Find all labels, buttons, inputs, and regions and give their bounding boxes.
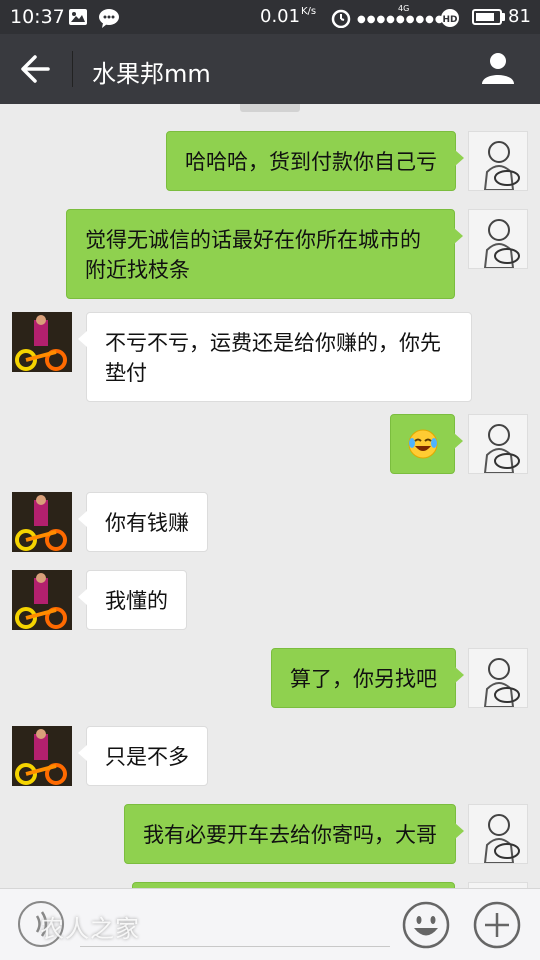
alarm-icon [331, 9, 351, 28]
network-speed-unit: K/s [301, 6, 317, 17]
message-bubble[interactable]: 哈哈哈，货到付款你自己亏 [166, 131, 464, 191]
person-icon [482, 53, 514, 84]
emoji-button[interactable] [402, 901, 450, 949]
message-text: 只是不多 [105, 745, 189, 769]
my-avatar[interactable] [468, 804, 528, 864]
contact-avatar[interactable] [12, 312, 72, 372]
message-bubble[interactable]: 我有必要开车去给你寄吗，大哥 [124, 804, 464, 864]
wechat-icon [99, 9, 119, 28]
message-bubble[interactable] [390, 414, 463, 474]
contact-avatar[interactable] [12, 726, 72, 786]
my-avatar[interactable] [468, 648, 528, 708]
status-time: 10:37 [10, 6, 65, 28]
contact-avatar[interactable] [12, 492, 72, 552]
message-text: 不亏不亏，运费还是给你赚的，你先垫付 [105, 331, 441, 385]
battery-icon [472, 9, 502, 25]
hd-icon: HD [441, 9, 459, 27]
message-bubble[interactable]: 不亏不亏，运费还是给你赚的，你先垫付 [78, 312, 472, 402]
message-text: 你有钱赚 [105, 511, 189, 535]
tears-of-joy-emoji-icon [408, 429, 438, 459]
my-avatar[interactable] [468, 131, 528, 191]
message-bubble[interactable]: 你有钱赚 [78, 492, 208, 552]
message-text: 我懂的 [105, 589, 168, 613]
svg-text:HD: HD [442, 15, 457, 25]
network-type: 4G [398, 4, 410, 13]
back-arrow-icon [21, 55, 50, 83]
watermark-text: 农人之家 [40, 915, 140, 943]
message-bubble[interactable]: 只是不多 [78, 726, 208, 786]
message-bubble[interactable]: 觉得无诚信的话最好在你所在城市的附近找枝条 [66, 209, 463, 299]
signal-strength-icon-2: ●●●●● [396, 14, 445, 25]
chat-header: 水果邦mm [0, 34, 540, 104]
my-avatar[interactable] [468, 209, 528, 269]
network-speed: 0.01 [260, 6, 301, 27]
message-text: 我有必要开车去给你寄吗，大哥 [143, 823, 437, 847]
input-bar: 农人之家 [0, 888, 540, 960]
message-bubble[interactable]: 我懂的 [78, 570, 187, 630]
battery-percent: 81 [508, 6, 531, 27]
chat-info-button[interactable] [480, 50, 516, 86]
plus-icon [473, 901, 521, 949]
chat-title: 水果邦mm [92, 60, 211, 88]
battery-tip [502, 13, 505, 21]
header-divider [72, 51, 73, 87]
status-bar: 10:37 0.01 K/s ●●●●● 4G ●●●●● HD 81 [0, 0, 540, 34]
my-avatar[interactable] [468, 414, 528, 474]
back-button[interactable] [18, 52, 54, 86]
chat-area[interactable]: 哈哈哈，货到付款你自己亏 觉得无诚信的话最好在你所在城市的附近找枝条 不亏不亏，… [0, 104, 540, 888]
image-icon [69, 9, 87, 25]
message-text: 算了，你另找吧 [290, 667, 437, 691]
message-text: 觉得无诚信的话最好在你所在城市的附近找枝条 [85, 228, 421, 282]
message-text: 哈哈哈，货到付款你自己亏 [185, 150, 437, 174]
smiley-icon [402, 901, 450, 949]
message-bubble[interactable]: 算了，你另找吧 [271, 648, 464, 708]
more-button[interactable] [473, 901, 521, 949]
load-more-indicator [240, 104, 300, 112]
contact-avatar[interactable] [12, 570, 72, 630]
